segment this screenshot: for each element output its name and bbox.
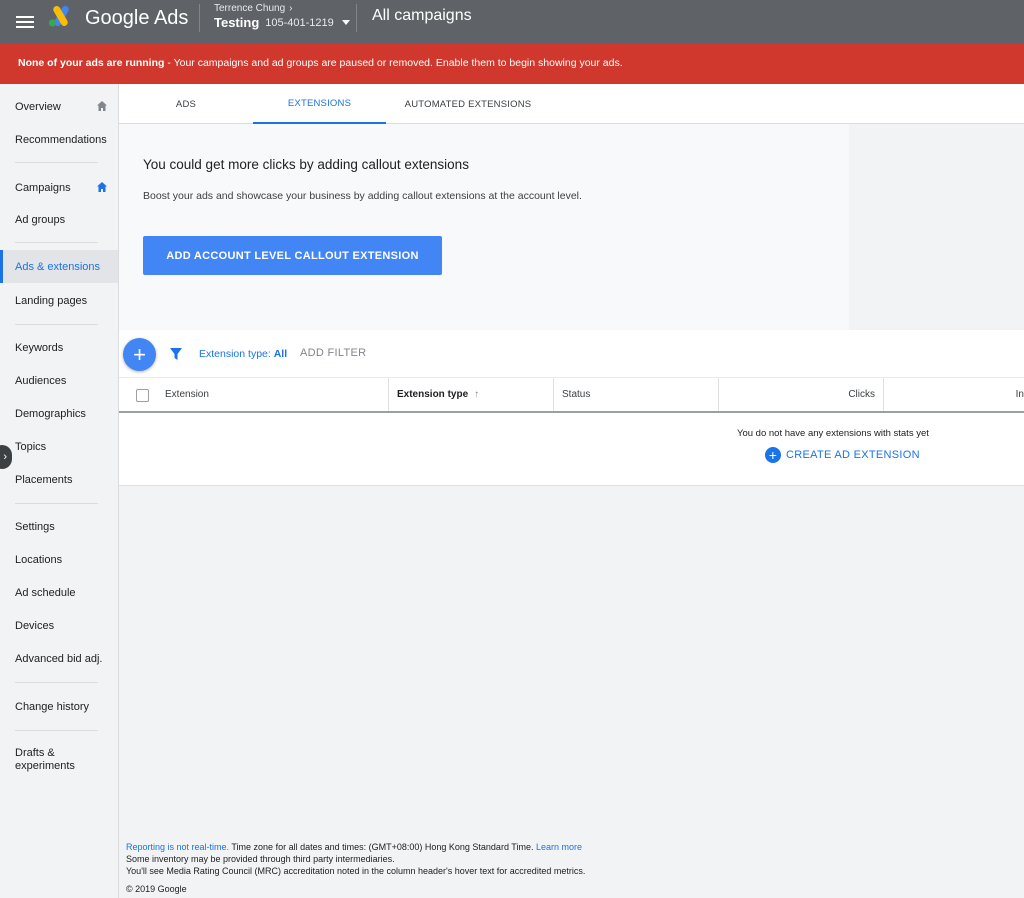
sidebar-item-landing-pages[interactable]: Landing pages (0, 284, 118, 317)
empty-table-message: You do not have any extensions with stat… (737, 428, 929, 439)
header-divider (356, 4, 357, 32)
add-callout-extension-button[interactable]: ADD ACCOUNT LEVEL CALLOUT EXTENSION (143, 236, 442, 275)
filter-bar: + Extension type: All ADD FILTER (119, 330, 1024, 378)
promo-title: You could get more clicks by adding call… (143, 157, 469, 172)
sidebar-item-topics[interactable]: Topics (0, 430, 118, 463)
sidebar-item-placements[interactable]: Placements (0, 463, 118, 496)
dropdown-arrow-icon (341, 20, 350, 25)
sidebar-item-recommendations[interactable]: Recommendations (0, 123, 118, 156)
add-circle-icon: + (765, 447, 781, 463)
nav-divider (15, 242, 98, 243)
extension-type-filter-chip[interactable]: Extension type: All (199, 348, 287, 360)
realtime-link[interactable]: Reporting is not real-time. (126, 842, 229, 852)
tab-bar: ADS EXTENSIONS AUTOMATED EXTENSIONS (119, 84, 1024, 124)
page-footer: Reporting is not real-time. Time zone fo… (126, 842, 586, 894)
sidebar-item-settings[interactable]: Settings (0, 510, 118, 543)
sidebar-item-ads-extensions[interactable]: Ads & extensions (0, 250, 118, 283)
table-header: Extension Extension type ↑ Status Clicks … (119, 378, 1024, 413)
column-header-extension[interactable]: Extension (119, 378, 389, 411)
sidebar-item-ad-schedule[interactable]: Ad schedule (0, 576, 118, 609)
sidebar-item-audiences[interactable]: Audiences (0, 364, 118, 397)
alert-text: - Your campaigns and ad groups are pause… (164, 57, 623, 69)
main-content: ADS EXTENSIONS AUTOMATED EXTENSIONS You … (119, 84, 1024, 898)
account-switcher[interactable]: Testing 105-401-1219 (214, 15, 350, 30)
nav-divider (15, 324, 98, 325)
account-name: Testing (214, 15, 260, 30)
home-icon (97, 101, 107, 111)
column-header-clicks[interactable]: Clicks (719, 378, 884, 411)
customer-id: 105-401-1219 (265, 16, 334, 29)
home-icon (97, 182, 107, 192)
column-header-status[interactable]: Status (554, 378, 719, 411)
footer-mrc-note: You'll see Media Rating Council (MRC) ac… (126, 866, 586, 876)
column-header-extension-type[interactable]: Extension type ↑ (389, 378, 554, 411)
sidebar-item-advanced-bid-adj[interactable]: Advanced bid adj. (0, 642, 118, 675)
tab-extensions[interactable]: EXTENSIONS (253, 84, 386, 124)
sidebar-item-drafts-experiments[interactable]: Drafts & experiments (0, 744, 100, 776)
nav-divider (15, 730, 98, 731)
learn-more-link[interactable]: Learn more (536, 842, 582, 852)
alert-banner: None of your ads are running - Your camp… (0, 44, 1024, 84)
sidebar-item-ad-groups[interactable]: Ad groups (0, 203, 118, 236)
add-filter-button[interactable]: ADD FILTER (300, 347, 366, 359)
promo-card: You could get more clicks by adding call… (119, 124, 849, 330)
sidebar-item-overview[interactable]: Overview (0, 90, 118, 123)
page-title: All campaigns (372, 7, 472, 24)
promo-side-panel (849, 124, 1024, 330)
top-app-bar: Google Ads Terrence Chung › Testing 105-4… (0, 0, 1024, 44)
filter-icon[interactable] (169, 347, 183, 361)
sidebar-item-demographics[interactable]: Demographics (0, 397, 118, 430)
sidebar-item-campaigns[interactable]: Campaigns (0, 171, 118, 204)
table-body: You do not have any extensions with stat… (119, 413, 1024, 486)
copyright: © 2019 Google (126, 884, 187, 894)
sidebar-nav: Overview Recommendations Campaigns Ad gr… (0, 84, 119, 898)
promo-description: Boost your ads and showcase your busines… (143, 190, 582, 202)
sort-ascending-icon: ↑ (474, 389, 480, 400)
column-header-impressions[interactable]: In (884, 378, 1024, 411)
tab-ads[interactable]: ADS (143, 84, 229, 124)
nav-divider (15, 503, 98, 504)
create-ad-extension-button[interactable]: + CREATE AD EXTENSION (765, 447, 920, 463)
nav-divider (15, 682, 98, 683)
hamburger-menu-icon[interactable] (16, 10, 34, 34)
sidebar-item-devices[interactable]: Devices (0, 609, 118, 642)
brand-name: Google Ads (85, 7, 189, 29)
header-divider (199, 4, 200, 32)
chevron-right-icon: › (289, 3, 293, 14)
sidebar-item-keywords[interactable]: Keywords (0, 331, 118, 364)
alert-bold-text: None of your ads are running (18, 57, 165, 69)
footer-inventory-note: Some inventory may be provided through t… (126, 854, 395, 864)
tab-automated-extensions[interactable]: AUTOMATED EXTENSIONS (399, 84, 537, 124)
nav-divider (15, 162, 98, 163)
sidebar-item-change-history[interactable]: Change history (0, 690, 118, 723)
google-ads-logo (48, 6, 69, 27)
account-manager[interactable]: Terrence Chung › (214, 3, 293, 14)
sidebar-item-locations[interactable]: Locations (0, 543, 118, 576)
add-button[interactable]: + (123, 338, 156, 371)
